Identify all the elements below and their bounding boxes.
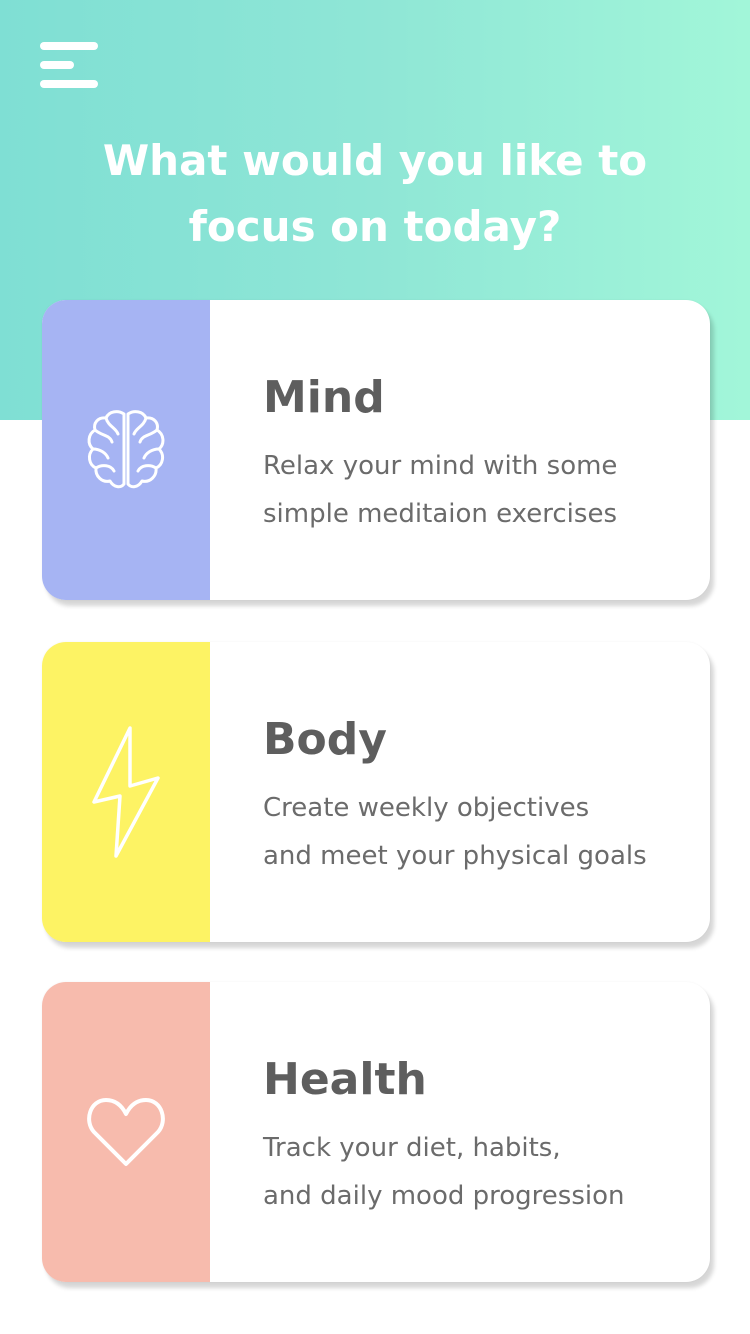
menu-button[interactable] (40, 42, 98, 88)
health-card-title: Health (263, 1054, 427, 1105)
brain-icon (87, 410, 165, 489)
mind-card-description: Relax your mind with some simple meditai… (263, 451, 618, 529)
page-title: What would you like to focus on today? (102, 136, 648, 251)
body-card-description: Create weekly objectives and meet your p… (263, 793, 647, 871)
body-card[interactable]: Body Create weekly objectives and meet y… (42, 642, 710, 942)
mind-card[interactable]: Mind Relax your mind with some simple me… (42, 300, 710, 600)
heart-icon (87, 1098, 165, 1166)
health-card[interactable]: Health Track your diet, habits, and dail… (42, 982, 710, 1282)
body-card-title: Body (263, 714, 387, 765)
health-card-description: Track your diet, habits, and daily mood … (263, 1133, 625, 1211)
mind-card-title: Mind (263, 372, 385, 423)
lightning-bolt-icon (92, 726, 160, 858)
